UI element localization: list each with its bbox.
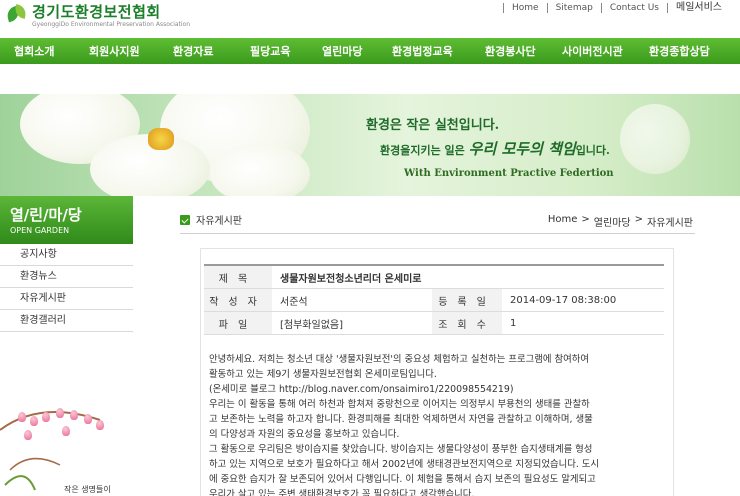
util-home-link[interactable]: Home	[502, 3, 547, 13]
nav-spacer	[0, 64, 740, 94]
logo-subtitle: GyeonggiDo Environmental Preservation As…	[32, 21, 191, 28]
post-date: 2014-09-17 08:38:00	[510, 294, 617, 306]
content-header: 자유게시판 Home > 열린마당 > 자유게시판	[180, 212, 695, 234]
post-file-row: 파일 [첨부화일없음] 조회수 1	[204, 312, 664, 335]
breadcrumb-open-garden[interactable]: 열린마당	[594, 214, 631, 229]
sidebar-item-news[interactable]: 환경뉴스	[0, 266, 133, 288]
nav-item-education[interactable]: 필당교육	[250, 43, 290, 59]
sidebar-item-free-board[interactable]: 자유게시판	[0, 288, 133, 310]
breadcrumb-free-board: 자유게시판	[647, 218, 693, 229]
sidebar-title: 열/린/마/당 OPEN GARDEN	[0, 196, 133, 244]
nav-item-cyber-exhibit[interactable]: 사이버전시관	[562, 43, 623, 59]
banner-slogan-3: With Environment Practive Federtion	[404, 168, 614, 179]
util-mail-link[interactable]: 메일서비스	[667, 3, 730, 13]
breadcrumb-separator: >	[581, 214, 590, 225]
sidebar-menu: 공지사항 환경뉴스 자유게시판 환경갤러리	[0, 244, 133, 332]
nav-item-consulting[interactable]: 환경종합상담	[649, 43, 710, 59]
bleeding-heart-flower-image	[0, 390, 133, 496]
page-title: 자유게시판	[180, 212, 242, 227]
util-sitemap-link[interactable]: Sitemap	[546, 3, 601, 13]
nav-item-legal-education[interactable]: 환경법정교육	[392, 43, 453, 59]
breadcrumb: Home > 열린마당 > 자유게시판	[548, 214, 693, 229]
util-contact-link[interactable]: Contact Us	[600, 3, 667, 13]
nav-item-about[interactable]: 협회소개	[14, 43, 54, 59]
page-title-text: 자유게시판	[196, 216, 242, 227]
post-body: 안녕하세요. 저희는 청소년 대상 '생물자원보전'의 중요성 체험하고 실천하…	[209, 354, 600, 496]
sidebar-title-en: OPEN GARDEN	[10, 226, 70, 235]
check-icon	[180, 214, 190, 225]
sidebar-caption: 작은 생명들이	[64, 485, 111, 494]
post-author-row: 작성자 서준석 등록일 2014-09-17 08:38:00	[204, 289, 664, 312]
logo-title: 경기도환경보전협회	[32, 3, 161, 21]
post-attachment: [첨부화일없음]	[280, 319, 344, 331]
post-info-table: 제목 생물자원보전청소년리더 온세미로 작성자 서준석 등록일 2014-09-…	[204, 264, 664, 335]
subject-label: 제목	[204, 266, 272, 288]
breadcrumb-separator: >	[634, 214, 643, 225]
sidebar-title-kr: 열/린/마/당	[10, 206, 82, 224]
nav-item-open-garden[interactable]: 열린마당	[322, 43, 362, 59]
main-nav: 협회소개 회원사지원 환경자료 필당교육 열린마당 환경법정교육 환경봉사단 사…	[0, 38, 740, 64]
sidebar-item-gallery[interactable]: 환경갤러리	[0, 310, 133, 332]
nav-item-volunteer[interactable]: 환경봉사단	[485, 43, 536, 59]
post-author: 서준석	[280, 296, 308, 308]
site-logo[interactable]: 경기도환경보전협회 GyeonggiDo Environmental Prese…	[5, 3, 191, 29]
banner-slogan-2: 환경을지키는 일은 우리 모두의 책임입니다.	[380, 140, 610, 158]
banner-slogan-1: 환경은 작은 실천입니다.	[366, 118, 500, 133]
author-label: 작성자	[204, 289, 272, 311]
date-label: 등록일	[432, 289, 502, 311]
nav-item-env-data[interactable]: 환경자료	[173, 43, 213, 59]
file-label: 파일	[204, 312, 272, 334]
views-label: 조회수	[432, 312, 502, 334]
post-subject: 생물자원보전청소년리더 온세미로	[280, 273, 422, 285]
utility-links: Home Sitemap Contact Us 메일서비스	[502, 3, 730, 13]
sidebar-item-notice[interactable]: 공지사항	[0, 244, 133, 266]
logo-leaf-icon	[5, 3, 28, 25]
top-header: 경기도환경보전협회 GyeonggiDo Environmental Prese…	[0, 0, 740, 38]
breadcrumb-home[interactable]: Home	[548, 214, 578, 229]
post-views: 1	[510, 317, 517, 329]
post-subject-row: 제목 생물자원보전청소년리더 온세미로	[204, 266, 664, 289]
nav-item-member-support[interactable]: 회원사지원	[89, 43, 140, 59]
main-banner: 환경은 작은 실천입니다. 환경을지키는 일은 우리 모두의 책임입니다. Wi…	[0, 94, 740, 196]
